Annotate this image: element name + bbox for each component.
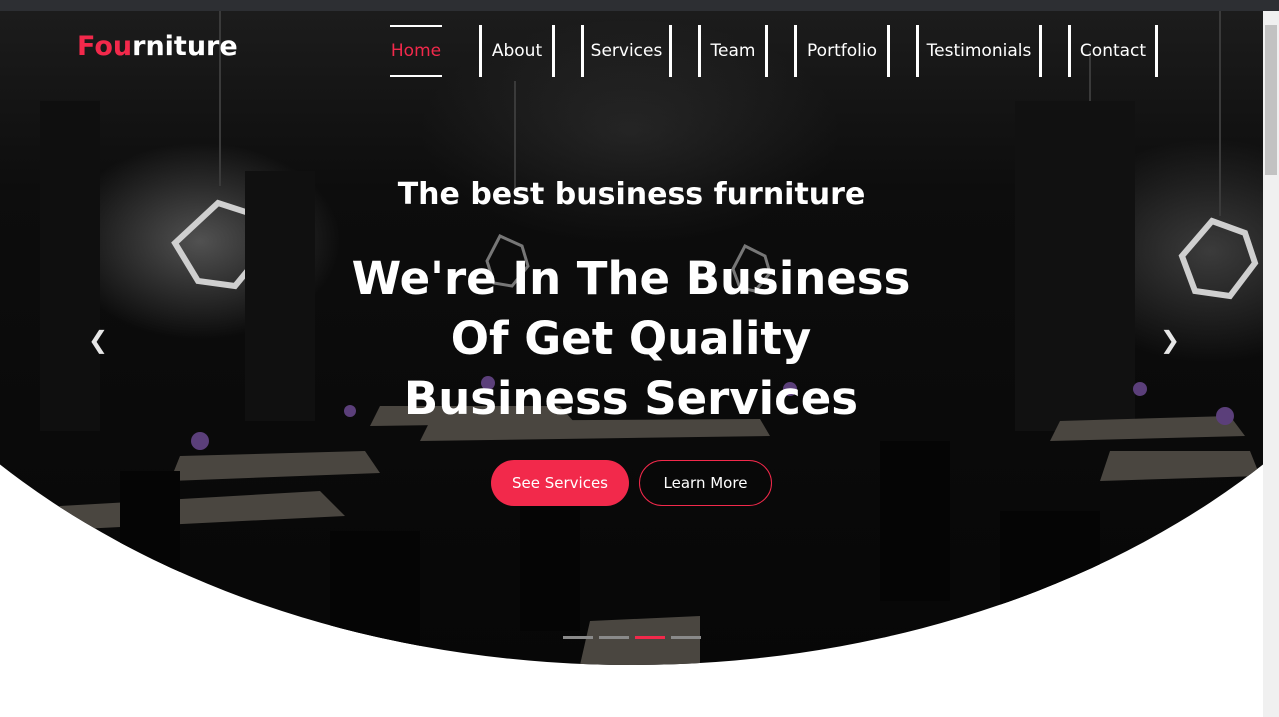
scrollbar-thumb[interactable]	[1265, 25, 1277, 175]
nav-item-services[interactable]: Services	[581, 25, 672, 77]
carousel-indicator-3[interactable]	[635, 636, 665, 639]
chevron-right-icon: ❯	[1160, 326, 1181, 354]
nav-item-contact[interactable]: Contact	[1068, 25, 1158, 77]
logo-accent-text: Fou	[77, 31, 133, 62]
nav-item-testimonials[interactable]: Testimonials	[916, 25, 1042, 77]
carousel-next-button[interactable]: ❯	[1160, 326, 1180, 354]
site-logo[interactable]: Fourniture	[77, 31, 238, 62]
see-services-button[interactable]: See Services	[491, 460, 629, 506]
nav-item-home[interactable]: Home	[390, 25, 442, 77]
carousel-prev-button[interactable]: ❮	[88, 326, 108, 354]
carousel-indicator-4[interactable]	[671, 636, 701, 639]
page-scrollbar[interactable]	[1263, 11, 1279, 717]
hero-headline: We're In The Business Of Get Quality Bus…	[351, 252, 911, 425]
browser-top-bar	[0, 0, 1279, 11]
nav-item-about[interactable]: About	[479, 25, 555, 77]
nav-item-portfolio[interactable]: Portfolio	[794, 25, 890, 77]
carousel-indicator-1[interactable]	[563, 636, 593, 639]
nav-item-team[interactable]: Team	[698, 25, 768, 77]
learn-more-button[interactable]: Learn More	[639, 460, 772, 506]
page-viewport: Fourniture Home About Services Team Port…	[0, 11, 1263, 717]
chevron-left-icon: ❮	[88, 326, 109, 354]
logo-main-text: rniture	[132, 31, 238, 62]
carousel-indicator-2[interactable]	[599, 636, 629, 639]
hero-subtitle: The best business furniture	[397, 177, 866, 212]
